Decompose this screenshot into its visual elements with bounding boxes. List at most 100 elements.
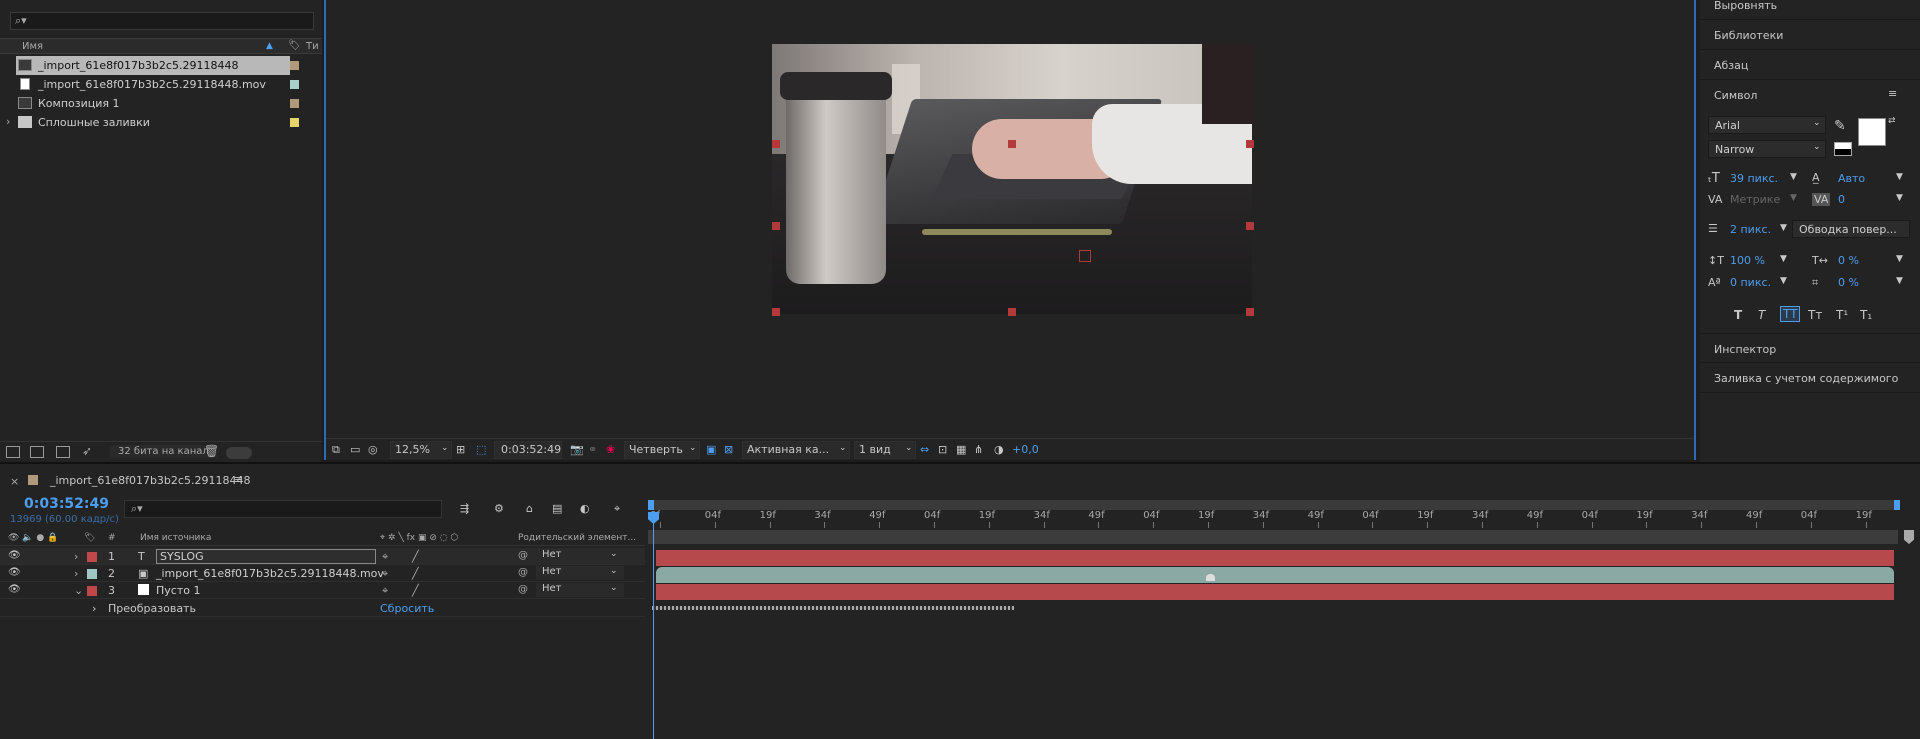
- parent-dropdown[interactable]: Нет ⌄: [536, 583, 624, 597]
- baseline-shift-value[interactable]: 0 пикс.: [1730, 276, 1771, 289]
- panel-character-header[interactable]: Символ ≡: [1700, 80, 1920, 110]
- visibility-eye-icon[interactable]: 👁: [8, 550, 21, 561]
- render-queue-icon[interactable]: ➶: [82, 444, 92, 458]
- chevron-down-icon[interactable]: ⌄: [74, 584, 83, 597]
- column-source-name[interactable]: Имя источника: [140, 533, 211, 543]
- project-item[interactable]: Композиция 1: [0, 94, 322, 113]
- mask-view-icon[interactable]: ◎: [368, 443, 378, 456]
- swap-colors-icon[interactable]: ⇄: [1888, 116, 1896, 126]
- shy-layers-icon[interactable]: ⌂: [526, 502, 533, 515]
- font-size-value[interactable]: 39 пикс.: [1730, 172, 1778, 185]
- chevron-down-icon[interactable]: ▼: [1896, 193, 1903, 203]
- chevron-down-icon[interactable]: ▼: [1790, 193, 1797, 203]
- anchor-point-marker[interactable]: [1079, 250, 1091, 262]
- column-parent[interactable]: Родительский элемент...: [518, 533, 636, 543]
- stroke-mode-dropdown[interactable]: Обводка повер...: [1792, 220, 1910, 238]
- draft-3d-icon[interactable]: ⚙: [494, 502, 504, 515]
- timeline-timecode[interactable]: 0:03:52:49: [24, 496, 109, 512]
- label-color-swatch[interactable]: [290, 61, 299, 70]
- flowchart-toggle[interactable]: [226, 447, 252, 459]
- panel-inspector[interactable]: Инспектор: [1700, 333, 1920, 363]
- font-style-dropdown[interactable]: Narrow ⌄: [1708, 140, 1826, 158]
- layer-name[interactable]: Пусто 1: [156, 584, 200, 597]
- parent-dropdown[interactable]: Нет ⌄: [536, 549, 624, 563]
- keyframe-track[interactable]: [652, 606, 1014, 610]
- project-search-input[interactable]: ⌕▾: [10, 12, 314, 30]
- trash-icon[interactable]: 🗑: [204, 444, 219, 458]
- project-item[interactable]: › Сплошные заливки: [0, 113, 322, 132]
- layer-name[interactable]: _import_61e8f017b3b2c5.29118448.mov: [156, 567, 384, 580]
- zoom-dropdown[interactable]: 12,5% ⌄: [390, 441, 452, 459]
- time-navigator[interactable]: [648, 530, 1898, 544]
- layer-handle[interactable]: [772, 222, 780, 230]
- graph-editor-icon[interactable]: ⌖: [614, 502, 620, 516]
- project-item[interactable]: _import_61e8f017b3b2c5.29118448: [0, 56, 322, 75]
- faux-bold-button[interactable]: T: [1734, 308, 1742, 322]
- chevron-down-icon[interactable]: ▼: [1780, 276, 1787, 286]
- layer-handle[interactable]: [1246, 140, 1254, 148]
- interpret-footage-icon[interactable]: [6, 446, 20, 458]
- playhead-icon[interactable]: [648, 512, 659, 524]
- transform-property-row[interactable]: › Преобразовать Сбросить: [0, 600, 645, 617]
- label-color-swatch[interactable]: [290, 118, 299, 127]
- visibility-eye-icon[interactable]: 👁: [8, 567, 21, 578]
- panel-paragraph[interactable]: Абзац: [1700, 50, 1920, 80]
- transparency-grid-icon[interactable]: ⊠: [724, 443, 733, 456]
- sort-arrow-icon[interactable]: ▲: [266, 41, 273, 51]
- layer-handle[interactable]: [772, 308, 780, 316]
- no-fill-icon[interactable]: [1834, 142, 1852, 156]
- layer-handle[interactable]: [1008, 140, 1016, 148]
- horizontal-scale-value[interactable]: 0 %: [1838, 254, 1859, 267]
- exposure-icon[interactable]: ◑: [994, 443, 1004, 456]
- layer-name[interactable]: SYSLOG: [156, 549, 376, 564]
- parent-pickwhip-icon[interactable]: @: [518, 567, 528, 578]
- resolution-dropdown[interactable]: Четверть ⌄: [624, 441, 700, 459]
- superscript-button[interactable]: T¹: [1836, 308, 1848, 322]
- chevron-down-icon[interactable]: ▼: [1780, 223, 1787, 233]
- layer-handle[interactable]: [1246, 222, 1254, 230]
- shy-switch-icon[interactable]: ⌖: [382, 550, 388, 564]
- timeline-search-input[interactable]: ⌕▾: [124, 500, 442, 518]
- parent-dropdown[interactable]: Нет ⌄: [536, 566, 624, 580]
- comp-mini-flowchart-icon[interactable]: ⇶: [460, 502, 469, 515]
- quality-switch-icon[interactable]: ╱: [412, 550, 419, 563]
- label-color-swatch[interactable]: [290, 80, 299, 89]
- views-dropdown[interactable]: 1 вид ⌄: [854, 441, 916, 459]
- subscript-button[interactable]: T₁: [1860, 308, 1872, 322]
- layer-label-swatch[interactable]: [87, 586, 97, 596]
- panel-content-aware-fill[interactable]: Заливка с учетом содержимого: [1700, 363, 1920, 393]
- chevron-down-icon[interactable]: ▼: [1896, 254, 1903, 264]
- vertical-scale-value[interactable]: 100 %: [1730, 254, 1765, 267]
- timeline-tab-label[interactable]: _import_61e8f017b3b2c5.29118448: [50, 474, 250, 487]
- all-caps-button[interactable]: TT: [1780, 306, 1801, 322]
- layer-row[interactable]: 👁 › 2 ▣ _import_61e8f017b3b2c5.29118448.mov ⌖…: [0, 565, 645, 582]
- fast-previews-icon[interactable]: ▣: [706, 443, 716, 456]
- layer-bar-syslog[interactable]: [656, 550, 1894, 566]
- chevron-right-icon[interactable]: ›: [74, 567, 78, 580]
- font-family-dropdown[interactable]: Arial ⌄: [1708, 116, 1826, 134]
- column-type-header[interactable]: Ти: [306, 41, 319, 52]
- small-caps-button[interactable]: Tт: [1808, 308, 1822, 322]
- layer-row[interactable]: 👁 › 1 T SYSLOG ⌖ ╱ @ Нет ⌄: [0, 548, 645, 565]
- parent-pickwhip-icon[interactable]: @: [518, 550, 528, 561]
- close-tab-icon[interactable]: ×: [10, 475, 19, 488]
- layer-handle[interactable]: [1008, 308, 1016, 316]
- parent-pickwhip-icon[interactable]: @: [518, 584, 528, 595]
- stroke-width-value[interactable]: 2 пикс.: [1730, 223, 1771, 236]
- label-tag-icon[interactable]: 🏷: [288, 40, 301, 51]
- camera-dropdown[interactable]: Активная ка... ⌄: [742, 441, 850, 459]
- frame-blending-icon[interactable]: ▤: [552, 502, 562, 515]
- tsume-value[interactable]: 0 %: [1838, 276, 1859, 289]
- color-channels-icon[interactable]: ❀: [606, 443, 615, 456]
- layer-label-swatch[interactable]: [87, 552, 97, 562]
- layer-row[interactable]: 👁 ⌄ 3 Пусто 1 ⌖ ╱ @ Нет ⌄: [0, 582, 645, 599]
- reset-link[interactable]: Сбросить: [380, 602, 434, 615]
- exposure-value[interactable]: +0,0: [1012, 443, 1039, 456]
- column-name-header[interactable]: Имя: [22, 41, 43, 52]
- current-time-field[interactable]: 0:03:52:49: [494, 441, 562, 459]
- layer-handle[interactable]: [1246, 308, 1254, 316]
- layer-handle[interactable]: [772, 140, 780, 148]
- layer-bar-mov[interactable]: [656, 567, 1894, 583]
- project-item[interactable]: _import_61e8f017b3b2c5.29118448.mov: [0, 75, 322, 94]
- chevron-right-icon[interactable]: ›: [92, 602, 96, 615]
